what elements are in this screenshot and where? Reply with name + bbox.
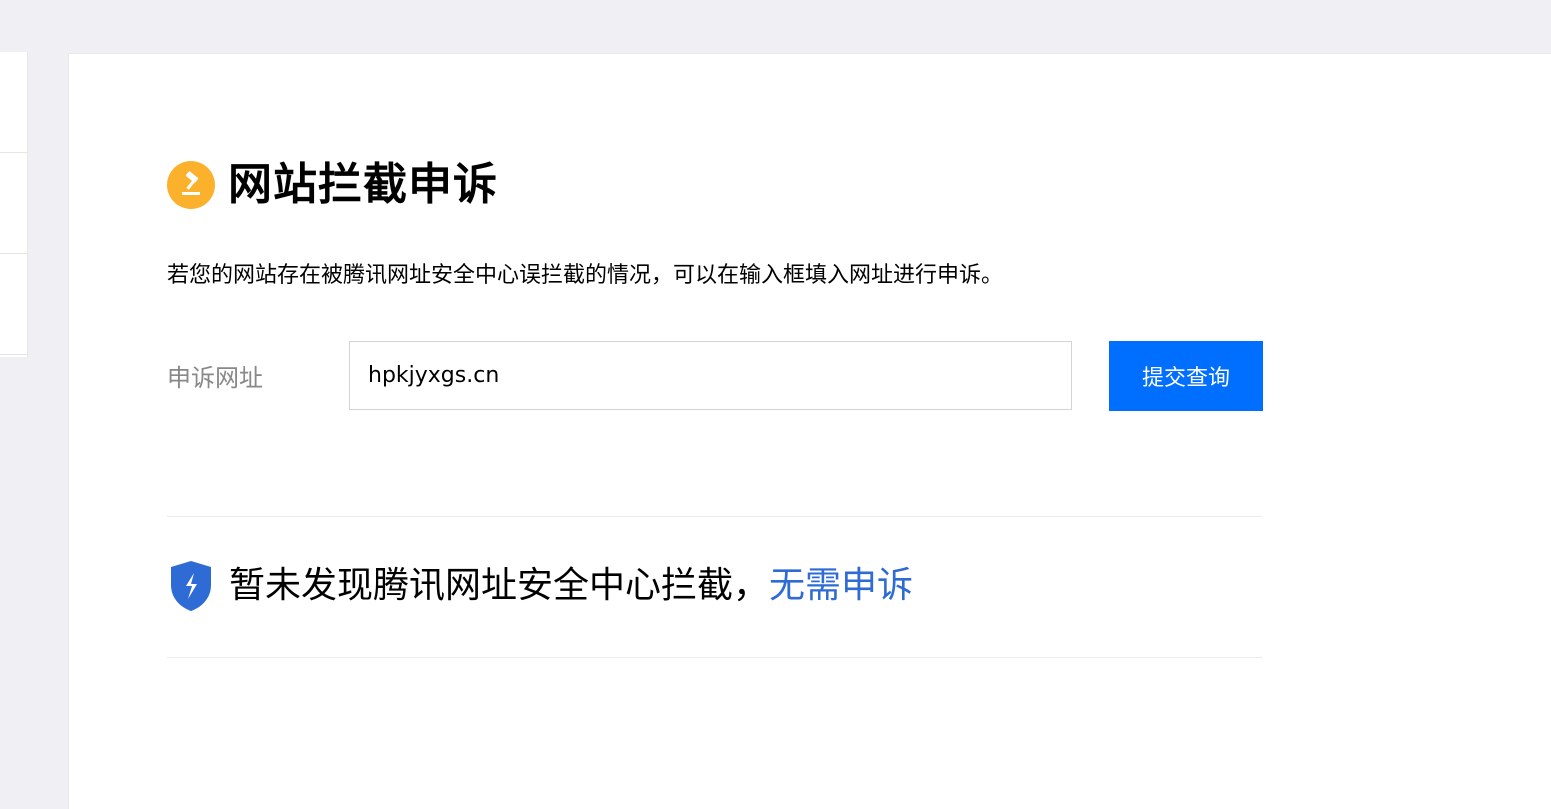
main-card: 网站拦截申诉 若您的网站存在被腾讯网址安全中心误拦截的情况，可以在输入框填入网址… — [68, 53, 1551, 809]
divider-bottom — [167, 657, 1262, 658]
result-message-text: 暂未发现腾讯网址安全中心拦截， — [229, 565, 770, 606]
left-panel-row[interactable] — [0, 52, 27, 153]
shield-icon — [167, 558, 215, 614]
no-appeal-needed-link[interactable]: 无需申诉 — [769, 565, 913, 606]
title-row: 网站拦截申诉 — [167, 159, 498, 211]
left-side-panel — [0, 52, 28, 357]
result-row: 暂未发现腾讯网址安全中心拦截，无需申诉 — [167, 558, 913, 614]
page-title: 网站拦截申诉 — [228, 159, 498, 210]
divider-top — [167, 516, 1262, 517]
submit-query-button[interactable]: 提交查询 — [1109, 341, 1263, 411]
left-panel-row[interactable] — [0, 254, 27, 355]
left-panel-row[interactable] — [0, 153, 27, 254]
intro-text: 若您的网站存在被腾讯网址安全中心误拦截的情况，可以在输入框填入网址进行申诉。 — [167, 263, 1004, 288]
result-message: 暂未发现腾讯网址安全中心拦截，无需申诉 — [229, 562, 913, 610]
url-field-label: 申诉网址 — [167, 364, 263, 392]
url-input[interactable] — [349, 341, 1072, 410]
gavel-icon — [167, 161, 215, 209]
